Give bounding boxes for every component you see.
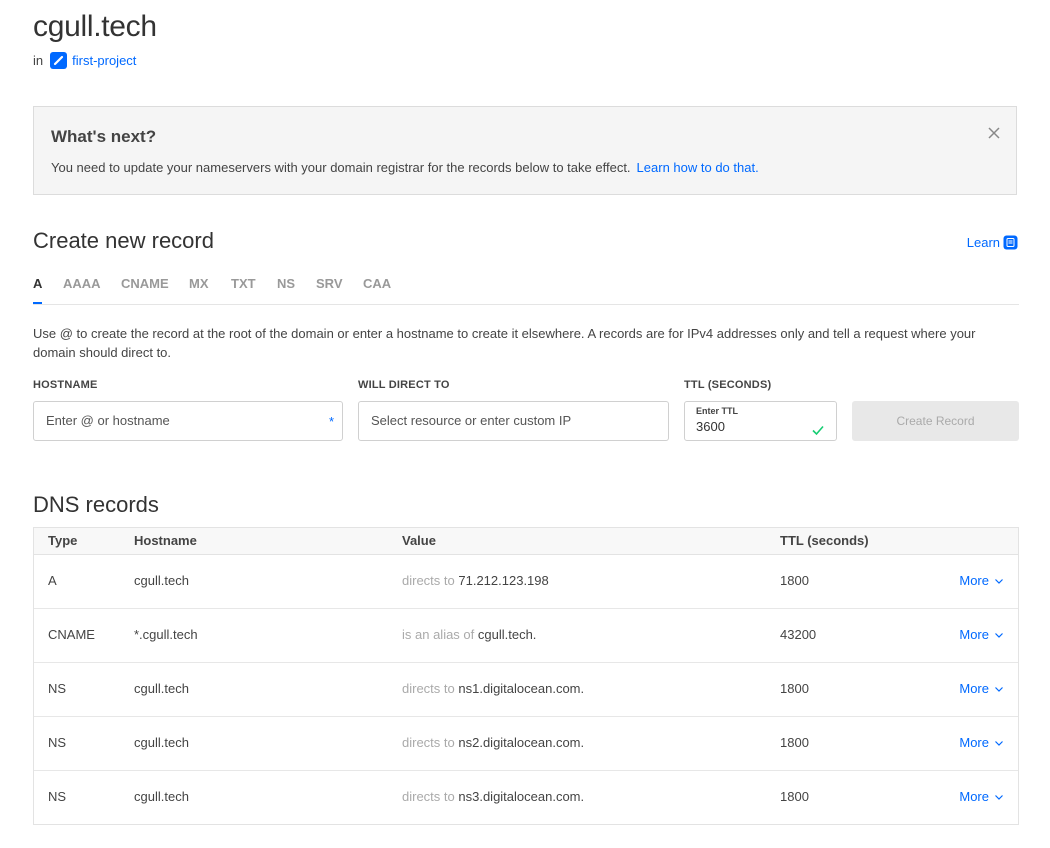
learn-how-link[interactable]: Learn how to do that. (637, 160, 759, 175)
row-value: directs to 71.212.123.198 (402, 573, 549, 588)
row-type: A (48, 573, 57, 588)
more-label: More (959, 627, 989, 642)
hostname-placeholder: Enter @ or hostname (46, 413, 170, 428)
row-type: NS (48, 735, 67, 750)
row-ttl: 1800 (780, 789, 809, 804)
value-text: ns3.digitalocean.com. (458, 789, 585, 804)
table-row: NS cgull.tech directs to ns1.digitalocea… (34, 663, 1018, 717)
more-label: More (959, 735, 989, 750)
tab-srv[interactable]: SRV (316, 276, 343, 291)
record-description: Use @ to create the record at the root o… (33, 326, 976, 360)
row-hostname: cgull.tech (134, 789, 189, 804)
row-hostname: *.cgull.tech (134, 627, 198, 642)
will-direct-to-label: WILL DIRECT TO (358, 379, 450, 391)
hostname-label: HOSTNAME (33, 379, 98, 391)
value-prefix: directs to (402, 573, 455, 588)
chevron-down-icon (995, 740, 1003, 746)
col-type: Type (48, 533, 78, 548)
project-link[interactable]: first-project (72, 53, 136, 68)
row-type: NS (48, 681, 67, 696)
tab-txt[interactable]: TXT (231, 276, 256, 291)
row-ttl: 43200 (780, 627, 817, 642)
learn-label: Learn (966, 235, 1000, 250)
value-prefix: is an alias of (402, 627, 475, 642)
value-text: 71.212.123.198 (458, 573, 549, 588)
value-text: ns1.digitalocean.com. (458, 681, 585, 696)
row-ttl: 1800 (780, 573, 809, 588)
table-row: A cgull.tech directs to 71.212.123.198 1… (34, 555, 1018, 609)
banner-title: What's next? (51, 127, 157, 146)
create-record-title: Create new record (33, 228, 214, 253)
ttl-label: TTL (SECONDS) (684, 379, 772, 391)
row-type: NS (48, 789, 67, 804)
row-value: directs to ns2.digitalocean.com. (402, 735, 584, 750)
more-button[interactable]: More (959, 573, 1004, 588)
check-icon (811, 414, 825, 436)
value-text: ns2.digitalocean.com. (458, 735, 585, 750)
row-value: is an alias of cgull.tech. (402, 627, 536, 642)
banner-text: You need to update your nameservers with… (51, 160, 759, 175)
row-hostname: cgull.tech (134, 681, 189, 696)
chevron-down-icon (995, 578, 1003, 584)
tab-ns[interactable]: NS (277, 276, 295, 291)
close-icon[interactable] (986, 125, 1002, 141)
in-label: in (33, 53, 44, 68)
more-label: More (959, 789, 989, 804)
value-text: cgull.tech. (477, 627, 537, 642)
active-tab-indicator (33, 302, 42, 304)
col-value: Value (402, 533, 436, 548)
hostname-input[interactable]: Enter @ or hostname * (33, 401, 343, 441)
project-breadcrumb: in first-project (33, 52, 136, 69)
direct-placeholder: Select resource or enter custom IP (371, 413, 572, 428)
tab-aaaa[interactable]: AAAA (63, 276, 101, 291)
row-hostname: cgull.tech (134, 573, 189, 588)
ttl-input[interactable]: Enter TTL 3600 (684, 401, 837, 441)
tab-a[interactable]: A (33, 276, 42, 291)
tab-cname[interactable]: CNAME (121, 276, 169, 291)
value-prefix: directs to (402, 681, 455, 696)
chevron-down-icon (995, 794, 1003, 800)
will-direct-to-input[interactable]: Select resource or enter custom IP (358, 401, 669, 441)
whats-next-banner: What's next? You need to update your nam… (33, 106, 1017, 195)
value-prefix: directs to (402, 789, 455, 804)
learn-link[interactable]: Learn (967, 235, 1018, 250)
learn-doc-icon (1003, 235, 1018, 250)
page-title: cgull.tech (33, 10, 157, 43)
table-row: NS cgull.tech directs to ns2.digitalocea… (34, 717, 1018, 771)
value-prefix: directs to (402, 735, 455, 750)
row-value: directs to ns3.digitalocean.com. (402, 789, 584, 804)
more-button[interactable]: More (959, 627, 1004, 642)
chevron-down-icon (995, 686, 1003, 692)
row-type: CNAME (48, 627, 95, 642)
table-row: NS cgull.tech directs to ns3.digitalocea… (34, 771, 1018, 825)
row-ttl: 1800 (780, 735, 809, 750)
table-header: Type Hostname Value TTL (seconds) (34, 528, 1018, 555)
table-row: CNAME *.cgull.tech is an alias of cgull.… (34, 609, 1018, 663)
row-ttl: 1800 (780, 681, 809, 696)
col-hostname: Hostname (134, 533, 197, 548)
dns-records-title: DNS records (33, 492, 159, 517)
chevron-down-icon (995, 632, 1003, 638)
dns-records-table: Type Hostname Value TTL (seconds) A cgul… (33, 527, 1019, 825)
more-button[interactable]: More (959, 681, 1004, 696)
create-record-button[interactable]: Create Record (852, 401, 1019, 441)
tab-mx[interactable]: MX (189, 276, 209, 291)
project-icon (50, 52, 68, 69)
row-value: directs to ns1.digitalocean.com. (402, 681, 584, 696)
more-label: More (959, 681, 989, 696)
more-label: More (959, 573, 989, 588)
required-marker: * (328, 414, 334, 429)
more-button[interactable]: More (959, 735, 1004, 750)
col-ttl: TTL (seconds) (780, 533, 869, 548)
banner-message: You need to update your nameservers with… (51, 160, 631, 175)
row-hostname: cgull.tech (134, 735, 189, 750)
tab-caa[interactable]: CAA (363, 276, 391, 291)
record-type-tabs: A AAAA CNAME MX TXT NS SRV CAA (33, 276, 1019, 305)
ttl-value: 3600 (696, 419, 725, 434)
ttl-floating-label: Enter TTL (696, 406, 738, 416)
more-button[interactable]: More (959, 789, 1004, 804)
